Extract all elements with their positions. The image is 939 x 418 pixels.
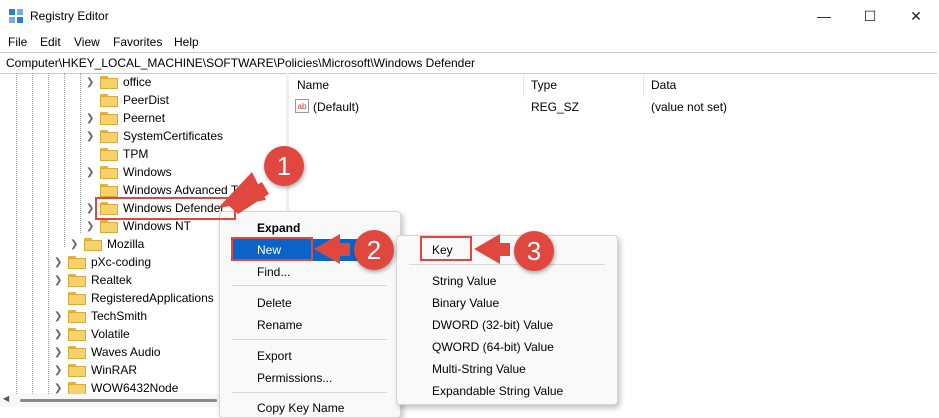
- scrollbar-thumb[interactable]: [20, 399, 217, 402]
- folder-icon: [100, 94, 118, 107]
- folder-icon: [68, 274, 86, 287]
- chevron-right-icon[interactable]: ❯: [54, 347, 62, 358]
- menu-bar: File Edit View Favorites Help: [0, 32, 939, 52]
- column-header-type[interactable]: Type: [531, 78, 557, 92]
- chevron-right-icon[interactable]: ❯: [86, 113, 94, 124]
- title-bar: Registry Editor — ☐ ✕: [0, 0, 939, 32]
- menu-item-export[interactable]: Export: [257, 349, 292, 363]
- tree-guide-line: [16, 73, 17, 394]
- folder-icon: [100, 130, 118, 143]
- window-title: Registry Editor: [30, 9, 109, 23]
- menu-help[interactable]: Help: [174, 35, 199, 49]
- callout-1: 1: [264, 146, 304, 186]
- folder-icon: [100, 166, 118, 179]
- tree-guide-line: [80, 73, 81, 233]
- annotation-box-key: [420, 236, 472, 261]
- column-separator[interactable]: [643, 73, 644, 97]
- folder-icon: [100, 220, 118, 233]
- callout-2: 2: [354, 230, 394, 270]
- address-path: Computer\HKEY_LOCAL_MACHINE\SOFTWARE\Pol…: [6, 56, 476, 70]
- menu-item-permissions[interactable]: Permissions...: [257, 371, 332, 385]
- submenu-item-binary-value[interactable]: Binary Value: [432, 296, 499, 310]
- chevron-right-icon[interactable]: ❯: [54, 383, 62, 394]
- chevron-right-icon[interactable]: ❯: [86, 131, 94, 142]
- chevron-right-icon[interactable]: ❯: [70, 239, 78, 250]
- tree-guide-line: [64, 73, 65, 247]
- folder-icon: [68, 364, 86, 377]
- menu-item-expand[interactable]: Expand: [257, 221, 300, 235]
- folder-icon: [100, 184, 118, 197]
- callout-3: 3: [514, 231, 554, 271]
- menu-separator: [232, 285, 387, 286]
- folder-icon: [100, 76, 118, 89]
- chevron-right-icon[interactable]: ❯: [86, 77, 94, 88]
- menu-separator: [232, 392, 387, 393]
- value-name-cell[interactable]: (Default): [313, 100, 359, 114]
- folder-icon: [68, 292, 86, 305]
- registry-editor-icon: [9, 9, 23, 23]
- folder-icon: [68, 382, 86, 394]
- maximize-button[interactable]: ☐: [847, 0, 893, 32]
- minimize-button[interactable]: —: [801, 0, 847, 32]
- menu-separator: [232, 339, 387, 340]
- chevron-right-icon[interactable]: ❯: [54, 275, 62, 286]
- menu-item-find[interactable]: Find...: [257, 265, 290, 279]
- menu-separator: [409, 264, 605, 265]
- value-type-cell: REG_SZ: [531, 100, 580, 114]
- menu-edit[interactable]: Edit: [40, 35, 61, 49]
- menu-item-rename[interactable]: Rename: [257, 318, 302, 332]
- value-data-cell: (value not set): [651, 100, 728, 114]
- address-bar[interactable]: Computer\HKEY_LOCAL_MACHINE\SOFTWARE\Pol…: [0, 52, 937, 74]
- chevron-right-icon[interactable]: ❯: [86, 221, 94, 232]
- scroll-left-icon[interactable]: ◀: [3, 394, 9, 403]
- chevron-right-icon[interactable]: ❯: [54, 257, 62, 268]
- folder-icon: [84, 238, 102, 251]
- menu-file[interactable]: File: [8, 35, 27, 49]
- column-separator[interactable]: [523, 73, 524, 97]
- column-header-name[interactable]: Name: [297, 78, 329, 92]
- submenu-item-string-value[interactable]: String Value: [432, 274, 496, 288]
- menu-item-copy-key-name[interactable]: Copy Key Name: [257, 401, 344, 415]
- folder-icon: [100, 112, 118, 125]
- chevron-right-icon[interactable]: ❯: [54, 329, 62, 340]
- close-button[interactable]: ✕: [893, 0, 939, 32]
- folder-icon: [68, 310, 86, 323]
- chevron-right-icon[interactable]: ❯: [54, 311, 62, 322]
- folder-icon: [68, 328, 86, 341]
- menu-item-delete[interactable]: Delete: [257, 296, 292, 310]
- tree-guide-line: [48, 73, 49, 394]
- string-value-icon: ab: [295, 99, 309, 113]
- annotation-box-new: [231, 237, 313, 261]
- submenu-item-expandable-string-value[interactable]: Expandable String Value: [432, 384, 563, 398]
- menu-favorites[interactable]: Favorites: [113, 35, 162, 49]
- annotation-box-windows-defender: [95, 197, 236, 220]
- folder-icon: [68, 346, 86, 359]
- chevron-right-icon[interactable]: ❯: [86, 203, 94, 214]
- submenu-item-multi-string-value[interactable]: Multi-String Value: [432, 362, 526, 376]
- folder-icon: [68, 256, 86, 269]
- column-header-data[interactable]: Data: [651, 78, 676, 92]
- submenu-item-qword-value[interactable]: QWORD (64-bit) Value: [432, 340, 554, 354]
- menu-view[interactable]: View: [74, 35, 100, 49]
- folder-icon: [100, 148, 118, 161]
- chevron-right-icon[interactable]: ❯: [86, 167, 94, 178]
- tree-guide-line: [32, 73, 33, 394]
- chevron-right-icon[interactable]: ❯: [54, 365, 62, 376]
- submenu-item-dword-value[interactable]: DWORD (32-bit) Value: [432, 318, 553, 332]
